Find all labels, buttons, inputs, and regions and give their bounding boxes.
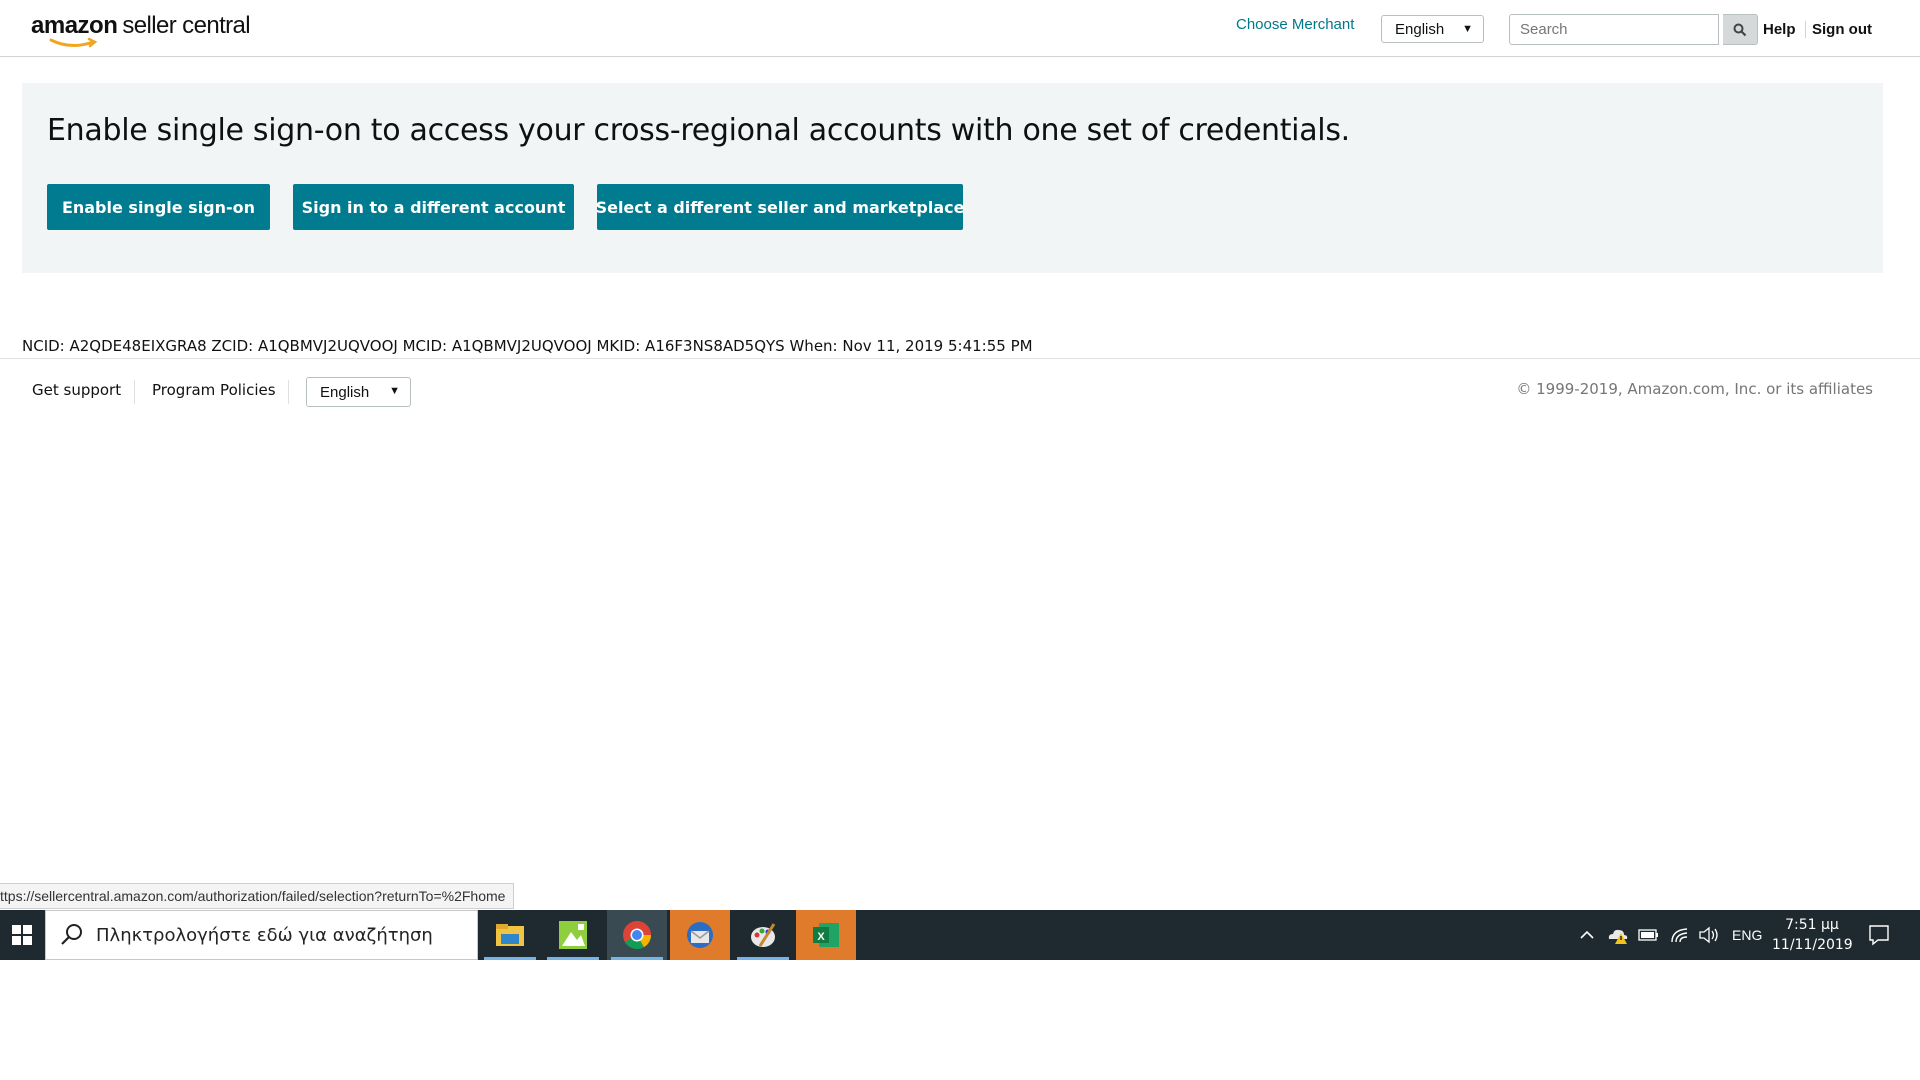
footer-language-select[interactable]: English ▼ [306,377,411,407]
show-hidden-icons-chevron-icon[interactable] [1578,928,1596,942]
chrome-icon [623,921,651,949]
amazon-smile-icon [49,37,98,48]
dropdown-arrow-icon: ▼ [1462,23,1473,35]
select-seller-marketplace-button[interactable]: Select a different seller and marketplac… [596,184,964,230]
wifi-icon[interactable] [1670,926,1690,944]
logo-seller-central-text: seller central [122,12,251,39]
sign-out-link[interactable]: Sign out [1812,21,1872,38]
taskbar-excel[interactable]: X [796,910,856,960]
running-indicator [547,957,599,960]
system-tray: ENG [1578,910,1762,960]
banner-title: Enable single sign-on to access your cro… [47,113,1350,148]
running-indicator [737,957,789,960]
sign-in-different-account-button[interactable]: Sign in to a different account [293,184,574,230]
battery-icon[interactable] [1638,928,1660,942]
footer-divider [0,358,1920,359]
get-support-link[interactable]: Get support [32,381,121,399]
footer-language-value: English [320,383,370,401]
running-indicator [611,957,663,960]
search-placeholder: Search [1520,21,1568,38]
taskbar-chrome[interactable] [607,910,667,960]
clock-date: 11/11/2019 [1772,937,1853,953]
running-indicator [484,957,536,960]
file-explorer-icon [496,924,524,946]
taskbar-search-text: Πληκτρολογήστε εδώ για αναζήτηση [96,924,433,946]
header-divider [1805,21,1806,38]
search-icon [1733,23,1747,36]
notifications-icon[interactable] [1868,924,1890,946]
taskbar-photo-app[interactable] [543,910,603,960]
copyright-text: © 1999-2019, Amazon.com, Inc. or its aff… [1516,380,1873,398]
browser-status-url: ttps://sellercentral.amazon.com/authoriz… [0,883,515,909]
start-button[interactable] [0,910,44,960]
enable-sso-button[interactable]: Enable single sign-on [47,184,270,230]
onedrive-warning-icon[interactable] [1606,925,1630,945]
photo-app-icon [559,921,587,949]
dropdown-arrow-icon: ▼ [389,385,400,397]
top-header: amazon seller central Choose Merchant En… [0,0,1920,57]
search-input[interactable]: Search [1509,14,1719,45]
help-link[interactable]: Help [1763,21,1796,38]
search-icon [61,924,82,945]
search-button[interactable] [1723,14,1758,45]
taskbar-thunderbird[interactable] [670,910,730,960]
choose-merchant-link[interactable]: Choose Merchant [1236,16,1354,33]
session-ids-line: NCID: A2QDE48EIXGRA8 ZCID: A1QBMVJ2UQVOO… [22,337,1033,355]
volume-icon[interactable] [1698,926,1720,944]
sso-banner: Enable single sign-on to access your cro… [22,83,1883,273]
taskbar-search-box[interactable]: Πληκτρολογήστε εδώ για αναζήτηση [45,910,478,960]
excel-icon: X [813,923,839,947]
header-language-select[interactable]: English ▼ [1381,15,1484,43]
paint-icon [751,923,776,947]
amazon-seller-central-logo[interactable]: amazon seller central [31,12,251,48]
header-language-value: English [1395,20,1445,38]
taskbar-clock[interactable]: 7:51 μμ 11/11/2019 [1772,915,1853,955]
logo-amazon-text: amazon [31,12,118,39]
input-language-indicator[interactable]: ENG [1732,927,1762,943]
clock-time: 7:51 μμ [1785,917,1839,933]
footer-separator [134,380,135,404]
taskbar-file-explorer[interactable] [480,910,540,960]
footer-separator [288,380,289,404]
thunderbird-icon [687,922,713,948]
windows-taskbar: Πληκτρολογήστε εδώ για αναζήτηση X ENG 7… [0,910,1920,960]
program-policies-link[interactable]: Program Policies [152,381,276,399]
taskbar-paint[interactable] [733,910,793,960]
svg-text:X: X [817,931,825,943]
windows-logo-icon [12,925,32,945]
